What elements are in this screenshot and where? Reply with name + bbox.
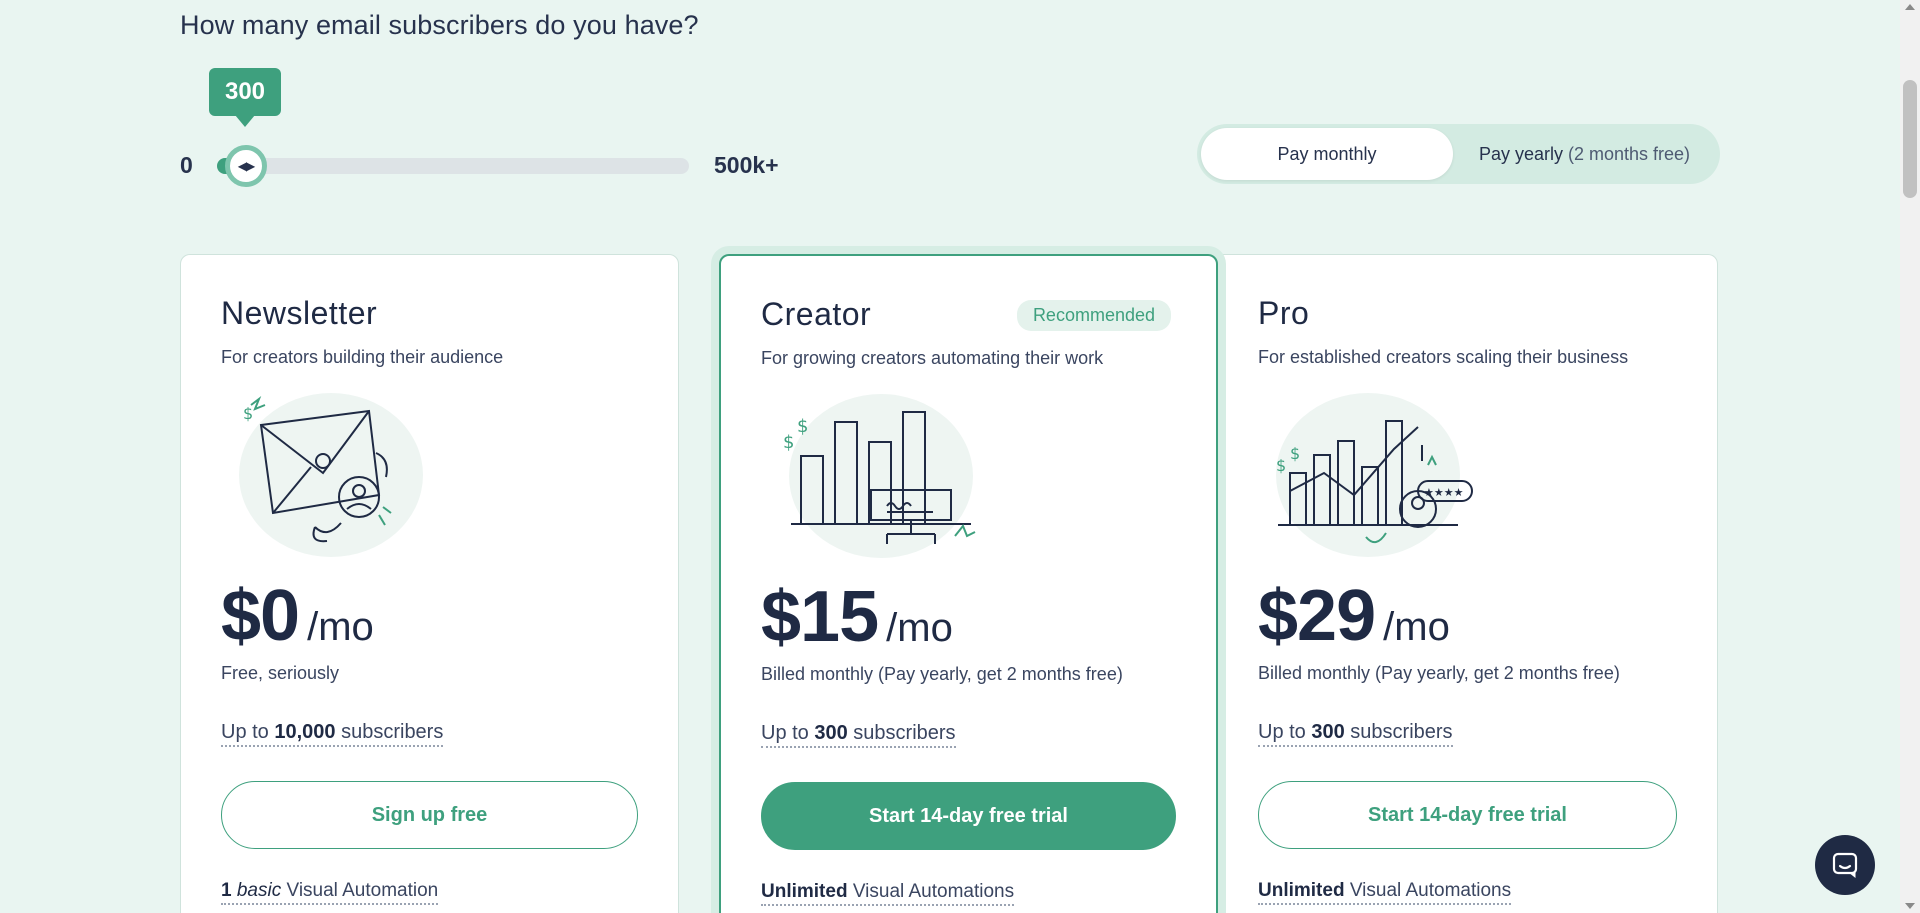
recommended-badge: Recommended (1016, 300, 1171, 331)
scroll-up-icon[interactable] (1905, 4, 1915, 10)
plan-price-period: /mo (307, 605, 374, 649)
subs-prefix: Up to (1258, 721, 1312, 743)
plan-card-newsletter: Newsletter For creators building their a… (180, 254, 679, 913)
plan-name: Creator (761, 296, 872, 332)
subs-prefix: Up to (221, 721, 275, 743)
svg-text:$: $ (797, 416, 808, 437)
plan-card-creator: Creator Recommended For growing creators… (719, 254, 1218, 913)
feature-italic: basic (236, 880, 282, 901)
slider-value-bubble: 300 (209, 68, 281, 127)
plan-billing-note: Free, seriously (221, 663, 340, 683)
plan-feature-automation[interactable]: 1 basic Visual Automation (221, 880, 439, 905)
slider-max-label: 500k+ (714, 152, 779, 178)
plan-description: For growing creators automating their wo… (761, 348, 1104, 368)
slider-thumb[interactable]: ◀▶ (225, 145, 267, 187)
feature-bold: Unlimited (761, 881, 848, 902)
start-trial-pro-button[interactable]: Start 14-day free trial (1258, 781, 1677, 849)
chat-bubble-icon (1832, 852, 1858, 879)
plan-price: $29 (1258, 576, 1376, 656)
arrows-left-right-icon: ◀▶ (237, 159, 255, 173)
plan-name: Newsletter (221, 295, 378, 331)
plan-name: Pro (1258, 295, 1310, 331)
feature-rest: Visual Automations (1349, 880, 1512, 901)
pay-yearly-label: Pay yearly (1478, 143, 1563, 164)
plan-description: For creators building their audience (221, 347, 504, 367)
subs-count: 300 (814, 722, 848, 744)
feature-rest: Visual Automations (852, 881, 1015, 902)
svg-text:$: $ (783, 432, 794, 453)
envelope-illustration-icon: $ (239, 393, 423, 557)
page-scrollbar[interactable] (1900, 0, 1920, 913)
pay-monthly-label: Pay monthly (1277, 143, 1377, 164)
subs-count: 300 (1311, 721, 1345, 743)
plan-description: For established creators scaling their b… (1258, 347, 1629, 367)
plan-price: $15 (761, 577, 879, 657)
start-trial-creator-button[interactable]: Start 14-day free trial (761, 782, 1176, 850)
plan-billing-note: Billed monthly (Pay yearly, get 2 months… (761, 664, 1123, 684)
feature-bold: Unlimited (1258, 880, 1345, 901)
plan-subscriber-limit[interactable]: Up to 300 subscribers (761, 722, 956, 748)
pay-monthly-option[interactable]: Pay monthly (1201, 128, 1453, 180)
subs-suffix: subscribers (335, 721, 444, 743)
plan-price-period: /mo (1383, 605, 1450, 649)
pay-yearly-note: (2 months free) (1568, 143, 1691, 164)
bar-chart-illustration-icon: $ $ (783, 394, 976, 558)
subs-prefix: Up to (761, 722, 815, 744)
svg-text:$: $ (243, 404, 253, 423)
plan-feature-automation[interactable]: Unlimited Visual Automations (1258, 880, 1512, 905)
plan-billing-note: Billed monthly (Pay yearly, get 2 months… (1258, 663, 1620, 683)
growth-chart-illustration-icon: ★★★★ $ $ (1276, 393, 1473, 557)
plan-price-period: /mo (886, 606, 953, 650)
scroll-thumb[interactable] (1903, 80, 1917, 198)
plan-subscriber-limit[interactable]: Up to 300 subscribers (1258, 721, 1453, 747)
subscriber-slider[interactable]: 300 0 ◀▶ 500k+ (180, 66, 800, 187)
slider-min-label: 0 (180, 152, 193, 178)
svg-text:$: $ (1290, 444, 1300, 463)
page-question: How many email subscribers do you have? (180, 10, 699, 40)
scroll-down-icon[interactable] (1905, 903, 1915, 909)
subs-count: 10,000 (274, 721, 336, 743)
plan-price: $0 (221, 576, 300, 656)
sign-up-free-button[interactable]: Sign up free (221, 781, 638, 849)
feature-rest: Visual Automation (286, 880, 439, 901)
plan-feature-automation[interactable]: Unlimited Visual Automations (761, 881, 1015, 906)
subs-suffix: subscribers (847, 722, 956, 744)
slider-track[interactable] (217, 158, 689, 174)
plan-subscriber-limit[interactable]: Up to 10,000 subscribers (221, 721, 444, 747)
pay-yearly-option[interactable]: Pay yearly (2 months free) (1453, 128, 1716, 180)
svg-text:$: $ (1276, 456, 1286, 475)
chat-launcher-button[interactable] (1815, 835, 1875, 895)
svg-text:★★★★: ★★★★ (1424, 486, 1464, 499)
billing-toggle: Pay monthly Pay yearly (2 months free) (1197, 124, 1720, 184)
feature-bold: 1 (221, 880, 232, 901)
subs-suffix: subscribers (1344, 721, 1453, 743)
plan-card-pro: Pro For established creators scaling the… (1218, 254, 1718, 913)
